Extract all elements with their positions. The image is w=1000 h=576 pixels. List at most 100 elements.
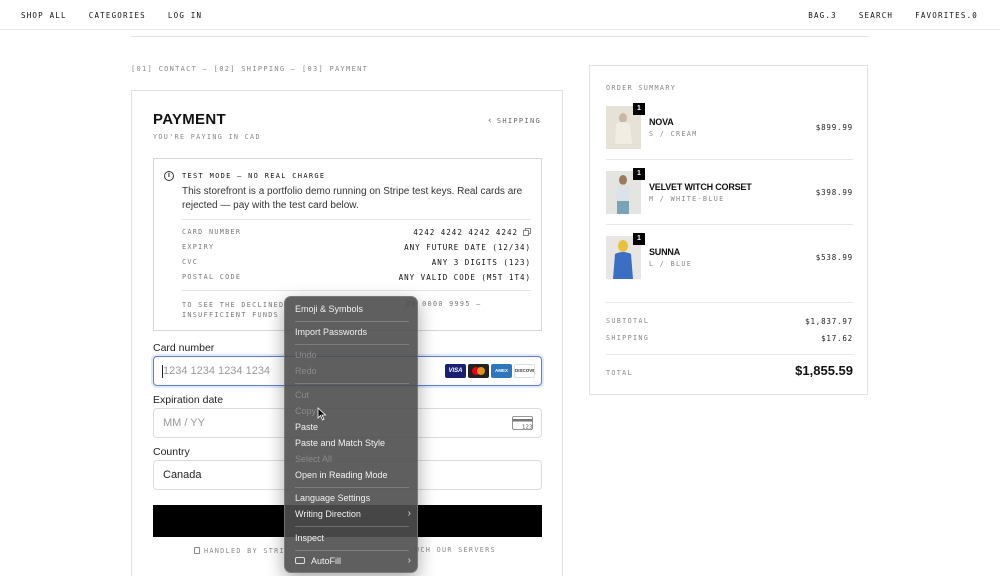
- checkout-steps: [01] CONTACT — [02] SHIPPING — [03] PAYM…: [131, 65, 369, 73]
- test-mode-heading: TEST MODE — NO REAL CHARGE: [182, 172, 326, 180]
- page-title: PAYMENT: [153, 111, 226, 128]
- item-name: NOVA: [649, 117, 674, 127]
- menu-separator: [295, 526, 409, 527]
- quantity-badge: 1: [633, 233, 645, 245]
- header-divider: [131, 36, 868, 37]
- subtotal-value: $1,837.97: [805, 317, 853, 326]
- item-name: VELVET WITCH CORSET: [649, 182, 752, 192]
- decline-note-line: INSUFFICIENT FUNDS: [182, 311, 280, 319]
- menu-separator: [295, 550, 409, 551]
- nav-bag[interactable]: BAG.3: [808, 11, 837, 20]
- menu-separator: [295, 344, 409, 345]
- menu-item-paste[interactable]: Paste: [295, 422, 411, 436]
- menu-item-writing-direction[interactable]: Writing Direction ›: [295, 508, 411, 523]
- menu-item-redo: Redo: [295, 366, 317, 376]
- nav-log-in[interactable]: LOG IN: [168, 11, 202, 20]
- menu-item-autofill[interactable]: AutoFill ›: [295, 555, 411, 570]
- menu-item-label: Writing Direction: [295, 509, 361, 519]
- menu-item-select-all: Select All: [295, 454, 333, 464]
- chevron-right-icon: ›: [407, 555, 411, 566]
- item-variant: M / WHITE-BLUE: [649, 195, 725, 203]
- card-cvc-icon: 123: [512, 416, 533, 431]
- order-summary-title: ORDER SUMMARY: [606, 84, 677, 92]
- divider: [182, 219, 531, 220]
- chevron-right-icon: ›: [407, 508, 411, 519]
- discover-icon: DISCOVER: [514, 364, 535, 378]
- handled-note-start: HANDLED BY STRI: [204, 547, 285, 555]
- cart-item: 1 SUNNA L / BLUE $538.99: [606, 233, 853, 292]
- menu-item-label: AutoFill: [311, 556, 342, 566]
- decline-note-line: TO SEE THE DECLINED: [182, 301, 285, 309]
- test-row-key: POSTAL CODE: [182, 273, 242, 281]
- item-price: $398.99: [815, 188, 853, 197]
- shipping-label: SHIPPING: [606, 334, 650, 342]
- decline-note: TO SEE THE DECLINED INSUFFICIENT FUNDS: [182, 300, 284, 320]
- nav-left: SHOP ALL CATEGORIES LOG IN: [21, 11, 202, 20]
- test-cvc-row: CVC ANY 3 DIGITS (123): [182, 258, 531, 270]
- test-row-value: ANY FUTURE DATE (12/34): [404, 243, 531, 252]
- card-brands: VISA AMEX DISCOVER: [445, 364, 535, 378]
- copy-icon[interactable]: [523, 228, 531, 236]
- order-summary: ORDER SUMMARY 1 NOVA S / CREAM $899.99 1…: [589, 65, 868, 395]
- quantity-badge: 1: [633, 103, 645, 115]
- item-price: $538.99: [815, 253, 853, 262]
- stripe-handled-note: HANDLED BY STRI: [194, 546, 285, 555]
- shipping-row: SHIPPING $17.62: [606, 334, 853, 346]
- cart-item: 1 VELVET WITCH CORSET M / WHITE-BLUE $39…: [606, 168, 853, 227]
- nav-favorites[interactable]: FAVORITES.0: [915, 11, 978, 20]
- menu-item-import-passwords[interactable]: Import Passwords: [295, 327, 411, 341]
- mastercard-icon: [468, 364, 489, 378]
- menu-separator: [295, 321, 409, 322]
- subtotal-label: SUBTOTAL: [606, 317, 650, 325]
- nav-right: BAG.3 SEARCH FAVORITES.0: [808, 11, 978, 20]
- total-value: $1,855.59: [795, 363, 853, 378]
- country-value: Canada: [163, 469, 202, 481]
- divider: [606, 302, 853, 303]
- item-name: SUNNA: [649, 247, 681, 257]
- item-price: $899.99: [815, 123, 853, 132]
- test-row-value: ANY 3 DIGITS (123): [431, 258, 531, 267]
- quantity-badge: 1: [633, 168, 645, 180]
- divider: [606, 354, 853, 355]
- nav-categories[interactable]: CATEGORIES: [89, 11, 146, 20]
- mouse-pointer-icon: [317, 407, 327, 421]
- test-row-key: CARD NUMBER: [182, 228, 242, 236]
- cvc-icon-label: 123: [522, 425, 533, 431]
- item-variant: S / CREAM: [649, 130, 698, 138]
- menu-item-paste-match-style[interactable]: Paste and Match Style: [295, 438, 411, 452]
- back-to-shipping-link[interactable]: ‹ SHIPPING: [487, 116, 541, 126]
- menu-item-inspect[interactable]: Inspect: [295, 533, 411, 547]
- visa-icon: VISA: [445, 364, 466, 378]
- cart-item: 1 NOVA S / CREAM $899.99: [606, 103, 853, 162]
- stripe-handled-note-end: UCH OUR SERVERS: [415, 546, 496, 554]
- subtotal-row: SUBTOTAL $1,837.97: [606, 317, 853, 329]
- test-row-value: 4242 4242 4242 4242: [413, 228, 518, 237]
- menu-separator: [295, 383, 409, 384]
- autofill-icon: [295, 557, 305, 564]
- expiry-placeholder: MM / YY: [163, 417, 205, 429]
- divider: [182, 290, 531, 291]
- test-postal-row: POSTAL CODE ANY VALID CODE (M5T 1T4): [182, 273, 531, 285]
- menu-item-language-settings[interactable]: Language Settings: [295, 493, 411, 507]
- item-variant: L / BLUE: [649, 260, 693, 268]
- nav-search[interactable]: SEARCH: [859, 11, 893, 20]
- info-icon: i: [164, 171, 174, 181]
- top-nav: SHOP ALL CATEGORIES LOG IN BAG.3 SEARCH …: [0, 0, 1000, 30]
- test-row-value: ANY VALID CODE (M5T 1T4): [398, 273, 531, 282]
- card-number-placeholder: 1234 1234 1234 1234: [163, 365, 271, 377]
- payment-currency-note: YOU'RE PAYING IN CAD: [153, 133, 261, 141]
- test-card-number-row: CARD NUMBER 4242 4242 4242 4242: [182, 228, 531, 240]
- divider: [606, 159, 853, 160]
- menu-item-emoji-symbols[interactable]: Emoji & Symbols: [295, 304, 411, 318]
- total-label: TOTAL: [606, 369, 633, 377]
- nav-shop-all[interactable]: SHOP ALL: [21, 11, 67, 20]
- menu-item-cut: Cut: [295, 390, 310, 400]
- test-row-key: CVC: [182, 258, 199, 266]
- amex-icon: AMEX: [491, 364, 512, 378]
- menu-item-copy: Copy: [295, 406, 317, 416]
- menu-item-reading-mode[interactable]: Open in Reading Mode: [295, 470, 411, 484]
- country-label: Country: [153, 446, 190, 458]
- test-mode-description: This storefront is a portfolio demo runn…: [182, 186, 523, 211]
- divider: [606, 224, 853, 225]
- expiry-label: Expiration date: [153, 394, 224, 406]
